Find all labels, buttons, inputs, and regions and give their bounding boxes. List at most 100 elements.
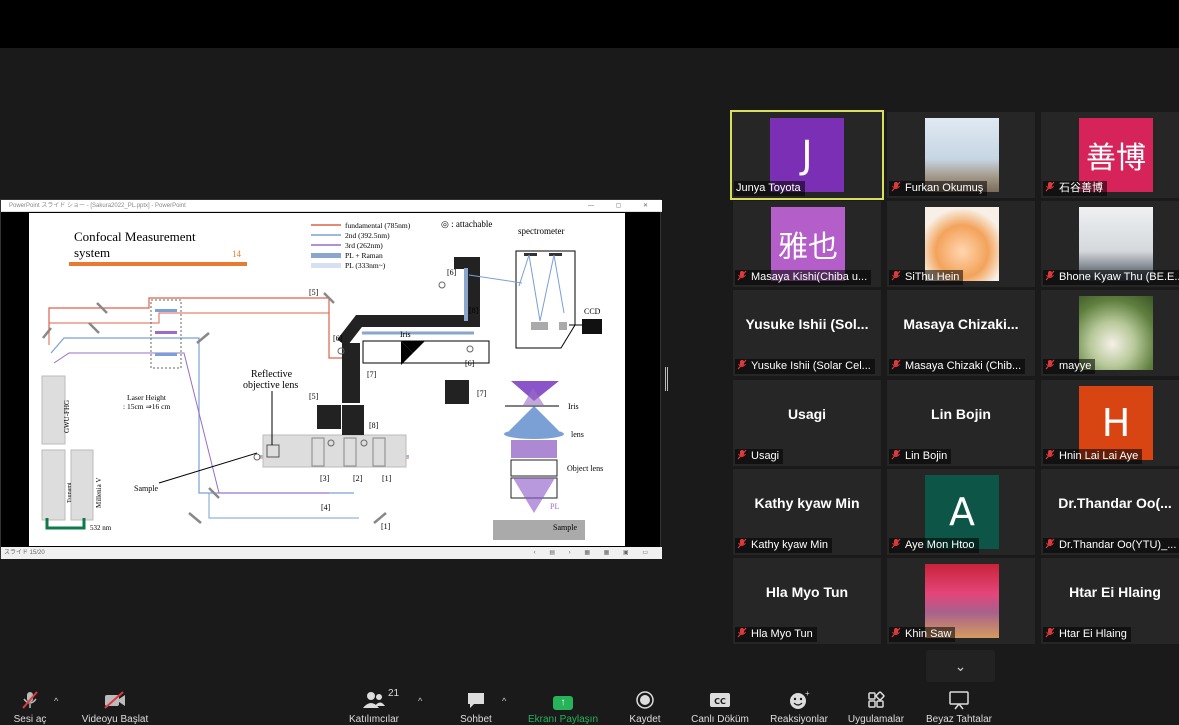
participant-name: Yusuke Ishii (Solar Cel... xyxy=(751,360,871,372)
participant-name-bar: Lin Bojin xyxy=(889,449,952,464)
participant-name: Bhone Kyaw Thu (BE.E... xyxy=(1059,271,1179,283)
attachable-label: ◎ : attachable xyxy=(441,219,492,229)
participant-name-bar: Hla Myo Tun xyxy=(735,627,817,642)
legend-3: 3rd (262nm) xyxy=(345,241,383,250)
captions-button[interactable]: CC Canlı Döküm xyxy=(686,690,754,725)
mic-muted-icon xyxy=(1045,181,1055,196)
lens-label: lens xyxy=(571,430,584,439)
participant-display-name: Htar Ei Hlaing xyxy=(1069,584,1161,600)
participant-name-bar: Masaya Kishi(Chiba u... xyxy=(735,270,872,285)
ppt-title-bar: PowerPoint スライド ショー - [Sakura2022_PL.ppt… xyxy=(1,200,662,212)
participant-name: Junya Toyota xyxy=(736,182,801,194)
participants-count: 21 xyxy=(388,688,400,699)
sample-right-label: Sample xyxy=(553,523,577,532)
object-lens-label: Object lens xyxy=(567,464,603,473)
participant-tile[interactable]: Dr.Thandar Oo(... Dr.Thandar Oo(YTU)_... xyxy=(1041,469,1179,555)
slide-page-number: 14 xyxy=(232,249,242,259)
whiteboard-icon xyxy=(922,690,996,710)
participant-display-name: Hla Myo Tun xyxy=(765,584,849,600)
participants-button[interactable]: 21 Katılımcılar xyxy=(342,688,406,725)
meeting-toolbar: Sesi aç ^ Videoyu Başlat 21 Katılımcılar… xyxy=(0,684,1179,725)
legend-1: fundamental (785nm) xyxy=(345,221,411,230)
status-controls[interactable]: ‹ ▤ › ▦ ▦ ▣ ▭ xyxy=(534,547,654,559)
participant-name-bar: Aye Mon Htoo xyxy=(889,538,979,553)
legend: fundamental (785nm) 2nd (392.5nm) 3rd (2… xyxy=(311,221,411,270)
reflective-label-1: Reflective xyxy=(251,369,293,380)
chat-options-caret[interactable]: ^ xyxy=(502,696,506,706)
participant-tile[interactable]: mayye xyxy=(1041,290,1179,376)
cc-icon: CC xyxy=(686,690,754,710)
mic-muted-icon xyxy=(1045,270,1055,285)
participant-name: 石谷善博 xyxy=(1059,182,1103,194)
ppt-status-bar: スライド 15/20 ‹ ▤ › ▦ ▦ ▣ ▭ xyxy=(1,547,662,559)
video-off-icon xyxy=(78,690,152,710)
participant-name-bar: mayye xyxy=(1043,359,1096,374)
legend-4: PL + Raman xyxy=(345,251,383,260)
iris2-label: Iris xyxy=(568,402,579,411)
participant-name-bar: Htar Ei Hlaing xyxy=(1043,627,1131,642)
label-7b: [7] xyxy=(477,389,487,398)
mic-muted-icon xyxy=(891,181,901,196)
presentation-slide: Confocal Measurement system 14 fundament… xyxy=(29,213,625,546)
participant-tile[interactable]: Yusuke Ishii (Sol... Yusuke Ishii (Solar … xyxy=(733,290,881,376)
participant-tile[interactable]: Bhone Kyaw Thu (BE.E... xyxy=(1041,201,1179,287)
participant-tile[interactable]: Furkan Okumuş xyxy=(887,112,1035,198)
participant-tile[interactable]: Khin Saw xyxy=(887,558,1035,644)
mic-muted-icon xyxy=(891,449,901,464)
participant-name: Usagi xyxy=(751,450,780,462)
participant-tile[interactable]: SiThu Hein xyxy=(887,201,1035,287)
participant-tile[interactable]: Hla Myo Tun Hla Myo Tun xyxy=(733,558,881,644)
whiteboard-button[interactable]: Beyaz Tahtalar xyxy=(922,690,996,725)
label-6a: [6] xyxy=(333,334,343,343)
label-2: [2] xyxy=(353,474,363,483)
participant-name: Masaya Chizaki (Chib... xyxy=(905,360,1022,372)
reactions-button[interactable]: + Reaksiyonlar xyxy=(766,689,832,725)
participant-name: Dr.Thandar Oo(YTU)_... xyxy=(1059,539,1177,551)
mic-muted-icon xyxy=(891,359,901,374)
label-3: [3] xyxy=(320,474,330,483)
nm532-label: 532 nm xyxy=(90,524,112,532)
video-button[interactable]: Videoyu Başlat xyxy=(78,690,152,725)
mic-options-caret[interactable]: ^ xyxy=(54,696,58,706)
apps-icon xyxy=(842,690,910,710)
reactions-label: Reaksiyonlar xyxy=(770,714,828,725)
participant-tile[interactable]: Usagi Usagi xyxy=(733,380,881,466)
participant-name: Kathy kyaw Min xyxy=(751,539,829,551)
mic-button[interactable]: Sesi aç xyxy=(10,690,50,725)
participant-tile[interactable]: H Hnin Lai Lai Aye xyxy=(1041,380,1179,466)
gwu-fhg-box xyxy=(41,375,66,445)
participant-tile[interactable]: Htar Ei Hlaing Htar Ei Hlaing xyxy=(1041,558,1179,644)
label-5a: [5] xyxy=(309,288,319,297)
participant-name: Khin Saw xyxy=(905,628,952,640)
ppt-title-text: PowerPoint スライド ショー - [Sakura2022_PL.ppt… xyxy=(9,203,186,209)
spectrometer-box xyxy=(515,250,576,349)
slide-title-line1: Confocal Measurement xyxy=(74,229,196,244)
participant-tile[interactable]: Masaya Chizaki... Masaya Chizaki (Chib... xyxy=(887,290,1035,376)
participant-tile[interactable]: 善博 石谷善博 xyxy=(1041,112,1179,198)
record-button[interactable]: Kaydet xyxy=(622,690,668,725)
mic-muted-icon xyxy=(891,538,901,553)
participant-tile[interactable]: Kathy kyaw Min Kathy kyaw Min xyxy=(733,469,881,555)
participant-tile[interactable]: J Junya Toyota xyxy=(730,110,884,200)
participant-tile[interactable]: A Aye Mon Htoo xyxy=(887,469,1035,555)
gallery-next-page-button[interactable]: ⌄ xyxy=(926,650,995,682)
label-1b: [1] xyxy=(381,522,391,531)
slide-counter: スライド 15/20 xyxy=(4,550,45,556)
mic-muted-icon xyxy=(891,270,901,285)
chat-button[interactable]: Sohbet xyxy=(450,690,502,725)
participant-name-bar: Masaya Chizaki (Chib... xyxy=(889,359,1026,374)
participants-options-caret[interactable]: ^ xyxy=(418,696,422,706)
pl-label: PL xyxy=(550,502,559,511)
split-resize-handle[interactable] xyxy=(665,367,668,391)
apps-button[interactable]: Uygulamalar xyxy=(842,690,910,725)
participant-name-bar: 石谷善博 xyxy=(1043,181,1107,196)
window-controls: — ▢ ✕ xyxy=(587,203,658,209)
emoji-icon: + xyxy=(766,689,832,710)
participant-tile[interactable]: Lin Bojin Lin Bojin xyxy=(887,380,1035,466)
participant-tile[interactable]: 雅也 Masaya Kishi(Chiba u... xyxy=(733,201,881,287)
chat-icon xyxy=(450,690,502,710)
mic-muted-icon xyxy=(1045,449,1055,464)
spectrometer-label: spectrometer xyxy=(518,226,564,236)
share-screen-button[interactable]: ↑ Ekranı Paylaşın xyxy=(522,690,604,725)
participant-name-bar: Khin Saw xyxy=(889,627,956,642)
